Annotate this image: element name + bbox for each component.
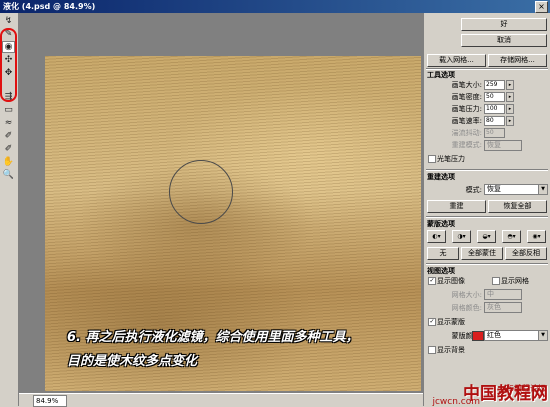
stylus-pressure-label: 光笔压力 — [437, 155, 465, 163]
brush-size-label: 画笔大小: — [451, 81, 482, 89]
mask-all-button[interactable]: 全部蒙住 — [461, 247, 503, 260]
mesh-color-label: 网格颜色: — [451, 304, 482, 312]
show-mesh-label: 显示网格 — [501, 277, 529, 285]
mask-color-value: 红色 — [487, 331, 501, 339]
show-mesh-checkbox[interactable] — [492, 277, 500, 285]
divider — [426, 169, 548, 171]
mesh-size-select: 中 — [484, 289, 522, 300]
show-backdrop-label: 显示背景 — [437, 346, 465, 354]
chevron-down-icon: ▼ — [538, 185, 547, 194]
mesh-color-value: 灰色 — [487, 303, 501, 311]
brush-rate-field[interactable]: 80 — [484, 116, 505, 126]
brush-pressure-label: 画笔压力: — [451, 105, 482, 113]
show-mask-checkbox[interactable]: ✓ — [428, 318, 436, 326]
mask-color-select[interactable]: 红色 ▼ — [484, 330, 548, 341]
reconstruct-mode-value: 恢复 — [487, 141, 501, 149]
reconstruct-options-title: 重建选项 — [427, 173, 455, 181]
invert-selection-icon[interactable]: ◉▾ — [527, 230, 546, 243]
preview-area[interactable]: 6. 再之后执行液化滤镜，综合使用里面多种工具， 目的是使木纹多点变化 — [19, 13, 423, 393]
subtract-selection-icon[interactable]: ◒▾ — [477, 230, 496, 243]
mesh-size-value: 中 — [487, 290, 494, 298]
mode-label: 模式: — [465, 186, 482, 194]
add-to-selection-icon[interactable]: ◑▾ — [452, 230, 471, 243]
title-bar: 液化 (4.psd @ 84.9%) × — [0, 0, 550, 13]
reconstruct-button[interactable]: 重建 — [427, 200, 486, 213]
divider — [426, 216, 548, 218]
mesh-size-label: 网格大小: — [451, 291, 482, 299]
load-mesh-button[interactable]: 载入网格... — [427, 54, 486, 67]
show-mask-label: 显示蒙版 — [437, 318, 465, 326]
brush-cursor — [169, 160, 233, 224]
brush-pressure-field[interactable]: 100 — [484, 104, 505, 114]
reconstruct-mode-select: 恢复 — [484, 140, 522, 151]
show-backdrop-checkbox[interactable] — [428, 346, 436, 354]
mode-value: 恢复 — [487, 185, 501, 193]
turbulent-jitter-label: 湍流抖动: — [451, 129, 482, 137]
thaw-mask-icon[interactable]: ✐ — [2, 143, 15, 155]
mask-none-button[interactable]: 无 — [427, 247, 459, 260]
show-image-checkbox[interactable]: ✓ — [428, 277, 436, 285]
watermark-extra: PS教程论坛 — [504, 384, 546, 393]
brush-density-label: 画笔密度: — [451, 93, 482, 101]
reconstruct-mode-label: 重建模式: — [451, 141, 482, 149]
mask-options-title: 蒙版选项 — [427, 220, 455, 228]
intersect-selection-icon[interactable]: ◓▾ — [502, 230, 521, 243]
view-options-title: 视图选项 — [427, 267, 455, 275]
cancel-button[interactable]: 取消 — [461, 34, 547, 47]
brush-size-field[interactable]: 259 — [484, 80, 505, 90]
hand-icon[interactable]: ✋ — [2, 156, 15, 168]
window-title: 液化 (4.psd @ 84.9%) — [3, 2, 96, 11]
brush-density-arrow-icon[interactable]: ▸ — [506, 92, 514, 102]
liquify-toolbox: ↯ ✎ ◉ ✣ ✥ ⇶ ▭ ≈ ✐ ✐ ✋ 🔍 — [0, 13, 19, 406]
mode-select[interactable]: 恢复 ▼ — [484, 184, 548, 195]
caption-line-1: 6. 再之后执行液化滤镜，综合使用里面多种工具， — [67, 330, 359, 345]
status-bar: 84.9% — [19, 393, 423, 407]
mirror-icon[interactable]: ▭ — [2, 104, 15, 116]
mask-mode-buttons: ◐▾ ◑▾ ◒▾ ◓▾ ◉▾ — [427, 230, 549, 243]
close-button[interactable]: × — [535, 1, 548, 13]
forward-warp-icon[interactable]: ↯ — [2, 15, 15, 27]
tool-options-title: 工具选项 — [427, 71, 455, 79]
freeze-mask-icon[interactable]: ✐ — [2, 130, 15, 142]
replace-selection-icon[interactable]: ◐▾ — [427, 230, 446, 243]
show-image-label: 显示图像 — [437, 277, 465, 285]
brush-rate-label: 画笔速率: — [451, 117, 482, 125]
invert-all-button[interactable]: 全部反相 — [505, 247, 547, 260]
save-mesh-button[interactable]: 存储网格... — [488, 54, 547, 67]
options-panel: 好 取消 载入网格... 存储网格... 工具选项 画笔大小: 259 ▸ 画笔… — [423, 13, 550, 406]
red-highlight-oval — [0, 28, 17, 102]
mask-color-swatch — [472, 331, 484, 341]
turbulence-icon[interactable]: ≈ — [2, 117, 15, 129]
zoom-field[interactable]: 84.9% — [33, 395, 67, 407]
brush-size-arrow-icon[interactable]: ▸ — [506, 80, 514, 90]
turbulent-jitter-field: 50 — [484, 128, 505, 138]
stylus-pressure-checkbox[interactable] — [428, 155, 436, 163]
divider — [426, 263, 548, 265]
ok-button[interactable]: 好 — [461, 18, 547, 31]
restore-all-button[interactable]: 恢复全部 — [488, 200, 547, 213]
brush-density-field[interactable]: 50 — [484, 92, 505, 102]
caption-line-2: 目的是使木纹多点变化 — [67, 354, 198, 369]
brush-pressure-arrow-icon[interactable]: ▸ — [506, 104, 514, 114]
chevron-down-icon: ▼ — [538, 331, 547, 340]
zoom-icon[interactable]: 🔍 — [2, 169, 15, 181]
mesh-color-select: 灰色 — [484, 302, 522, 313]
brush-rate-arrow-icon[interactable]: ▸ — [506, 116, 514, 126]
